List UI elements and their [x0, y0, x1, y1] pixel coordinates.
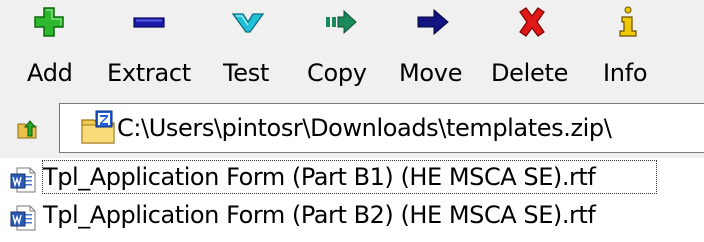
test-button[interactable]: Test — [222, 0, 274, 98]
word-document-icon — [10, 167, 36, 193]
copy-button[interactable]: Copy — [306, 0, 376, 98]
extract-label: Extract — [107, 59, 191, 87]
delete-label: Delete — [491, 59, 569, 87]
extract-minus-icon — [133, 6, 165, 38]
path-text: C:\Users\pintosr\Downloads\templates.zip… — [117, 114, 612, 142]
file-row[interactable]: Tpl_Application Form (Part B2) (HE MSCA … — [0, 198, 704, 236]
copy-label: Copy — [307, 59, 367, 87]
extract-button[interactable]: Extract — [106, 0, 192, 98]
info-button[interactable]: Info — [602, 0, 654, 98]
add-button[interactable]: Add — [26, 0, 73, 98]
delete-button[interactable]: Delete — [490, 0, 574, 98]
archive-manager-window: Add Extract Test Copy Move Delete Info C… — [0, 0, 704, 242]
test-check-icon — [232, 6, 264, 38]
word-document-icon — [10, 205, 36, 231]
move-button[interactable]: Move — [398, 0, 468, 98]
folder-up-icon[interactable] — [16, 118, 38, 140]
add-label: Add — [27, 59, 73, 87]
zip-archive-icon — [80, 110, 116, 146]
move-arrow-icon — [417, 6, 449, 38]
delete-x-icon — [516, 6, 548, 38]
info-label: Info — [603, 59, 648, 87]
file-name: Tpl_Application Form (Part B1) (HE MSCA … — [43, 163, 596, 191]
add-plus-icon — [33, 6, 65, 38]
file-row[interactable]: Tpl_Application Form (Part B1) (HE MSCA … — [0, 160, 704, 198]
file-list: Tpl_Application Form (Part B1) (HE MSCA … — [0, 158, 704, 242]
info-i-icon — [612, 6, 644, 38]
move-label: Move — [399, 59, 463, 87]
path-input[interactable]: C:\Users\pintosr\Downloads\templates.zip… — [59, 103, 704, 153]
copy-arrow-icon — [325, 6, 357, 38]
toolbar: Add Extract Test Copy Move Delete Info — [0, 0, 704, 98]
test-label: Test — [223, 59, 270, 87]
file-name: Tpl_Application Form (Part B2) (HE MSCA … — [43, 201, 596, 229]
